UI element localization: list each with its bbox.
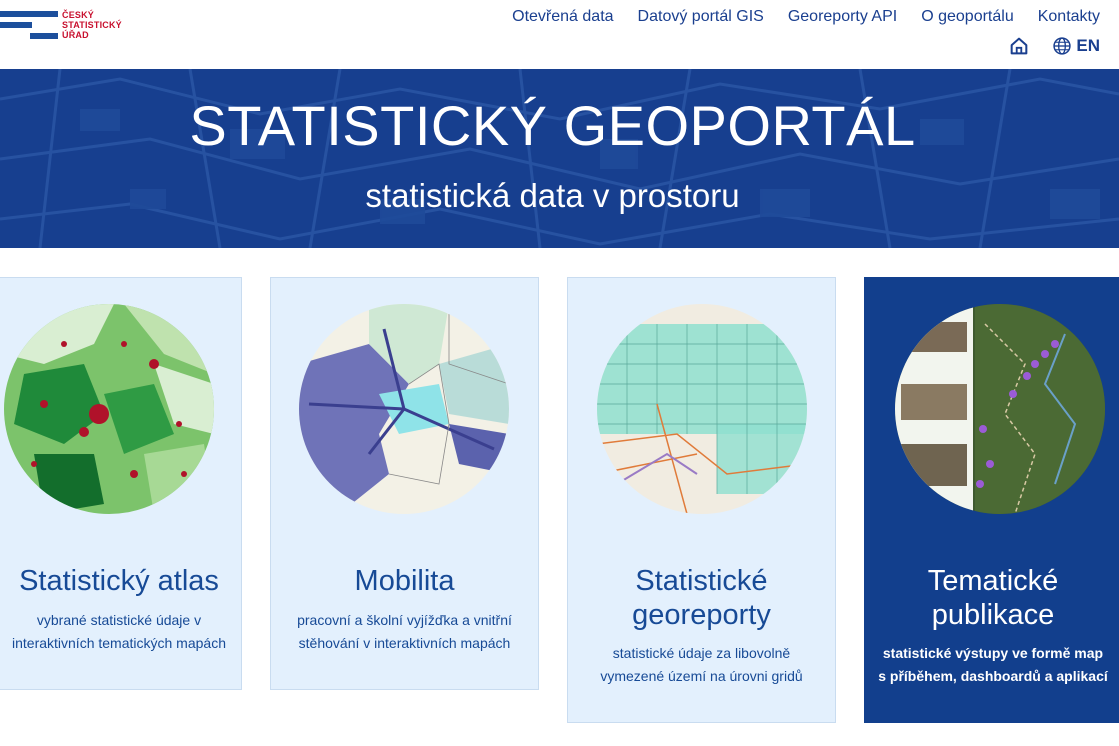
home-icon[interactable] <box>1008 35 1030 57</box>
card-title-line2: publikace <box>931 599 1055 631</box>
logo-text-line2: STATISTICKÝ <box>62 20 122 30</box>
card-description-line2: s příběhem, dashboardů a aplikací <box>878 668 1108 684</box>
logo-bar <box>0 22 32 28</box>
card-title-line1: Tematické <box>927 565 1059 597</box>
card-description-line1: vybrané statistické údaje v <box>36 612 202 628</box>
language-switch[interactable]: EN <box>1052 36 1100 56</box>
logo-text-line1: ČESKÝ <box>62 10 95 20</box>
logo-bar <box>0 11 58 17</box>
card-statistical-atlas[interactable]: Statistický atlas vybrané statistické úd… <box>0 277 242 690</box>
page-title: STATISTICKÝ GEOPORTÁL <box>189 94 916 157</box>
language-label: EN <box>1076 36 1100 55</box>
utility-nav: EN <box>1008 35 1100 57</box>
card-description-line1: statistické výstupy ve formě map <box>882 645 1104 661</box>
card-title: Mobilita <box>354 565 455 597</box>
nav-link-gis-portal[interactable]: Datový portál GIS <box>638 8 764 26</box>
mobility-map-image <box>299 304 509 514</box>
card-title: Statistický atlas <box>19 565 219 597</box>
atlas-map-image <box>4 304 214 514</box>
page-subtitle: statistická data v prostoru <box>365 177 740 214</box>
card-description-line2: stěhování v interaktivních mapách <box>298 635 511 651</box>
nav-link-open-data[interactable]: Otevřená data <box>512 8 613 26</box>
csu-logo[interactable]: ČESKÝ STATISTICKÝ ÚŘAD <box>0 8 140 48</box>
card-title-line2: georeporty <box>632 599 771 631</box>
nav-link-contacts[interactable]: Kontakty <box>1038 8 1100 26</box>
georeports-map-image <box>597 304 807 514</box>
card-statistical-georeports[interactable]: Statistické georeporty statistické údaje… <box>567 277 836 723</box>
logo-bar <box>30 33 58 39</box>
main-nav: Otevřená data Datový portál GIS Georepor… <box>512 8 1100 26</box>
nav-link-georeports-api[interactable]: Georeporty API <box>788 8 897 26</box>
card-description-line2: interaktivních tematických mapách <box>12 635 226 651</box>
logo-text-line3: ÚŘAD <box>62 30 89 40</box>
card-thematic-publications[interactable]: Tematické publikace statistické výstupy … <box>864 277 1119 723</box>
globe-icon <box>1053 37 1072 55</box>
card-mobility[interactable]: Mobilita pracovní a školní vyjížďka a vn… <box>270 277 539 690</box>
header: ČESKÝ STATISTICKÝ ÚŘAD Otevřená data Dat… <box>0 0 1119 69</box>
publications-map-image <box>895 304 1105 514</box>
card-description-line1: pracovní a školní vyjížďka a vnitřní <box>297 612 512 628</box>
card-description-line2: vymezené území na úrovni gridů <box>600 668 803 684</box>
card-description-line1: statistické údaje za libovolně <box>612 645 791 661</box>
nav-link-about[interactable]: O geoportálu <box>921 8 1014 26</box>
hero-banner: STATISTICKÝ GEOPORTÁL statistická data v… <box>0 69 1119 248</box>
card-title-line1: Statistické <box>635 565 768 597</box>
